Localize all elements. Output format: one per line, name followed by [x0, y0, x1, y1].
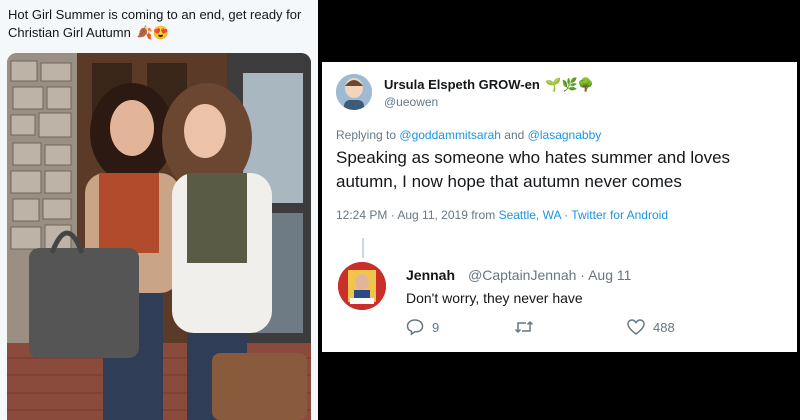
reply-icon: [406, 318, 424, 336]
separator: ·: [564, 208, 569, 222]
client-link[interactable]: Twitter for Android: [571, 208, 668, 222]
reply-count: 9: [432, 319, 440, 335]
mention-link[interactable]: @lasagnabby: [528, 128, 602, 142]
replying-to: Replying to @goddammitsarah and @lasagna…: [336, 128, 601, 142]
quoted-tweet-card: Ursula Elspeth GROW-en 🌱🌿🌳 @ueowen Reply…: [322, 62, 797, 352]
retweet-button[interactable]: [514, 318, 534, 336]
avatar[interactable]: [338, 262, 386, 310]
leaf-heart-eyes-emoji: 🍂😍: [136, 25, 169, 40]
tweet-meta: 12:24 PM · Aug 11, 2019 from Seattle, WA…: [336, 208, 668, 222]
reply-body: Don't worry, they never have: [406, 290, 583, 306]
timestamp[interactable]: 12:24 PM · Aug 11, 2019 from: [336, 208, 495, 222]
author-name-text: Ursula Elspeth GROW-en: [384, 77, 540, 92]
mention-link[interactable]: @goddammitsarah: [399, 128, 501, 142]
author-name[interactable]: Ursula Elspeth GROW-en 🌱🌿🌳: [384, 77, 594, 93]
replying-to-and: and: [504, 128, 525, 142]
reply-author-name[interactable]: Jennah: [406, 267, 455, 283]
location-link[interactable]: Seattle, WA: [499, 208, 561, 222]
reply-author-handle[interactable]: @CaptainJennah · Aug 11: [468, 267, 631, 283]
left-tweet: Hot Girl Summer is coming to an end, get…: [0, 0, 318, 420]
tweet-photo[interactable]: [7, 53, 311, 420]
reply-button[interactable]: 9: [406, 318, 439, 336]
like-count: 488: [653, 319, 675, 335]
replying-to-label: Replying to: [336, 128, 397, 142]
like-icon: [627, 318, 645, 336]
left-tweet-text: Hot Girl Summer is coming to an end, get…: [8, 6, 308, 42]
like-button[interactable]: 488: [627, 318, 675, 336]
author-handle[interactable]: @ueowen: [384, 95, 438, 109]
plant-emojis: 🌱🌿🌳: [545, 77, 594, 92]
retweet-icon: [514, 318, 534, 336]
avatar[interactable]: [336, 74, 372, 110]
thread-line: [362, 238, 364, 258]
tweet-body: Speaking as someone who hates summer and…: [336, 148, 731, 191]
